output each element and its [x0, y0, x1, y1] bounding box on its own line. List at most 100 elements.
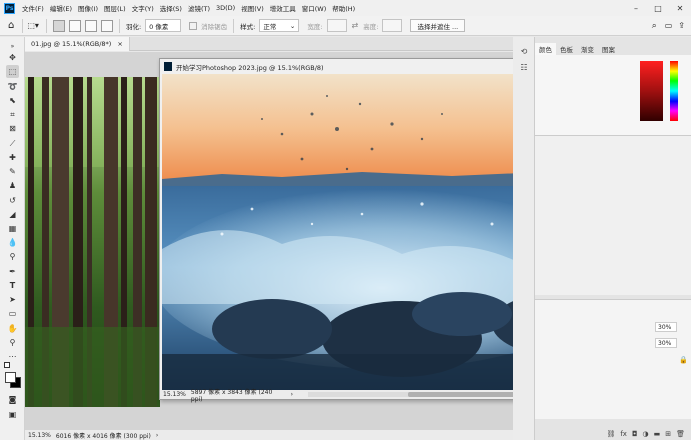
fx-icon[interactable]: fx [620, 430, 627, 438]
height-input[interactable] [382, 19, 403, 32]
menu-window[interactable]: 窗口(W) [299, 3, 330, 13]
forest-image [25, 77, 160, 407]
close-tab-icon[interactable]: × [117, 40, 122, 48]
history-brush-tool-icon[interactable]: ↺ [6, 194, 19, 207]
blur-tool-icon[interactable]: 💧 [6, 236, 19, 249]
width-input[interactable] [326, 19, 347, 32]
properties-panel-icon[interactable]: ☷ [518, 61, 530, 73]
eyedropper-tool-icon[interactable]: ⟋ [6, 137, 19, 150]
hue-slider[interactable] [670, 61, 678, 121]
scroll-thumb[interactable] [407, 392, 528, 397]
zoom-tool-icon[interactable]: ⚲ [6, 336, 19, 349]
select-and-mask-button[interactable]: 选择并遮住 ... [410, 19, 466, 32]
screen-mode-icon[interactable]: ▣ [6, 408, 19, 421]
pen-tool-icon[interactable]: ✒ [6, 265, 19, 278]
style-select[interactable]: 正常 ⌄ [259, 19, 300, 32]
menu-edit[interactable]: 编辑(E) [47, 3, 75, 13]
close-icon[interactable]: ✕ [669, 4, 691, 13]
color-field[interactable] [640, 61, 663, 121]
share-icon[interactable]: ⇪ [678, 21, 685, 30]
minimize-icon[interactable]: – [625, 4, 647, 13]
menu-view[interactable]: 视图(V) [238, 3, 267, 13]
mask-icon[interactable]: ◘ [632, 430, 638, 438]
document-tab[interactable]: 01.jpg @ 15.1%(RGB/8*) × [25, 37, 130, 51]
tab-color[interactable]: 颜色 [535, 43, 556, 55]
style-label: 样式: [240, 22, 256, 31]
menu-help[interactable]: 帮助(H) [329, 3, 358, 13]
folder-icon[interactable]: ▬ [654, 430, 661, 438]
link-icon[interactable]: ⛓ [606, 430, 615, 438]
search-icon[interactable]: ⌕ [652, 21, 657, 31]
default-colors-icon[interactable] [4, 362, 10, 368]
crop-tool-icon[interactable]: ⌗ [6, 108, 19, 121]
menu-plugins[interactable]: 增效工具 [267, 3, 299, 13]
home-icon[interactable]: ⌂ [8, 20, 14, 31]
move-tool-icon[interactable]: ✥ [6, 51, 19, 64]
intersect-selection-icon[interactable] [100, 19, 113, 32]
clone-stamp-tool-icon[interactable]: ♟ [6, 179, 19, 192]
tab-swatches[interactable]: 色板 [556, 43, 577, 55]
width-label: 宽度: [307, 22, 323, 31]
chevron-right-icon[interactable]: › [156, 432, 158, 439]
menu-3d[interactable]: 3D(D) [213, 4, 238, 12]
height-label: 高度: [363, 22, 379, 31]
marquee-preset-icon[interactable]: ⬚▾ [27, 21, 39, 30]
maximize-icon[interactable]: □ [647, 4, 669, 13]
window-zoom-level[interactable]: 15.13% [163, 391, 186, 398]
rectangular-marquee-tool-icon[interactable]: ⬚ [6, 65, 19, 78]
add-selection-icon[interactable] [68, 19, 81, 32]
brush-tool-icon[interactable]: ✎ [6, 165, 19, 178]
new-layer-icon[interactable]: ⊞ [665, 430, 671, 438]
options-bar: ⌂ ⬚▾ 羽化: 0 像素 消除锯齿 样式: 正常 ⌄ 宽度: ⇄ 高度: 选择并… [0, 16, 691, 36]
rectangle-tool-icon[interactable]: ▭ [6, 307, 19, 320]
dodge-tool-icon[interactable]: ⚲ [6, 250, 19, 263]
type-tool-icon[interactable]: T [6, 279, 19, 292]
document-icon [164, 62, 172, 71]
menu-select[interactable]: 选择(S) [157, 3, 185, 13]
separator [22, 18, 24, 33]
style-value: 正常 [263, 22, 277, 31]
window-doc-info[interactable]: 5897 像素 x 3843 像素 (240 ppi) [191, 387, 286, 403]
healing-brush-tool-icon[interactable]: ✚ [6, 151, 19, 164]
panel-icon-column: ⟲ ☷ [513, 37, 535, 440]
lasso-tool-icon[interactable]: ➰ [6, 80, 19, 93]
color-picker-area [535, 55, 691, 135]
eraser-tool-icon[interactable]: ◢ [6, 208, 19, 221]
frame-tool-icon[interactable]: ⊠ [6, 122, 19, 135]
tab-gradients[interactable]: 渐变 [577, 43, 598, 55]
menu-bar: Ps 文件(F) 编辑(E) 图像(I) 图层(L) 文字(Y) 选择(S) 滤… [0, 0, 691, 16]
photoshop-logo-icon: Ps [4, 2, 15, 14]
lock-icon[interactable]: 🔒 [679, 356, 688, 364]
fill-field[interactable]: 30% [655, 338, 677, 348]
foreground-color-swatch[interactable] [5, 372, 16, 383]
opacity-field[interactable]: 30% [655, 322, 677, 332]
quick-mask-icon[interactable]: ◙ [6, 393, 19, 406]
path-selection-tool-icon[interactable]: ➤ [6, 293, 19, 306]
menu-type[interactable]: 文字(Y) [129, 3, 157, 13]
antialias-checkbox[interactable] [189, 21, 198, 30]
object-selection-tool-icon[interactable]: ⬉ [6, 94, 19, 107]
history-panel-icon[interactable]: ⟲ [518, 45, 530, 57]
subtract-selection-icon[interactable] [84, 19, 97, 32]
separator [233, 18, 235, 33]
antialias-label: 消除锯齿 [201, 22, 228, 31]
swap-icon[interactable]: ⇄ [352, 21, 359, 30]
document-info[interactable]: 6016 像素 x 4016 像素 (300 ppi) [56, 431, 151, 440]
zoom-level[interactable]: 15.13% [28, 432, 51, 439]
document-tab-label: 01.jpg @ 15.1%(RGB/8*) [31, 40, 112, 48]
adjustment-icon[interactable]: ◑ [643, 430, 649, 438]
trash-icon[interactable]: 🗑 [676, 430, 685, 438]
new-selection-icon[interactable] [52, 19, 65, 32]
chevron-right-icon[interactable]: › [291, 391, 293, 398]
layers-panel: 30% 30% 🔒 [535, 299, 691, 419]
hand-tool-icon[interactable]: ✋ [6, 322, 19, 335]
menu-filter[interactable]: 滤镜(T) [185, 3, 213, 13]
workspace-icon[interactable]: ▭ [665, 21, 673, 30]
gradient-tool-icon[interactable]: ▦ [6, 222, 19, 235]
tab-patterns[interactable]: 图案 [598, 43, 619, 55]
menu-layer[interactable]: 图层(L) [101, 3, 129, 13]
menu-file[interactable]: 文件(F) [19, 3, 47, 13]
feather-input[interactable]: 0 像素 [145, 19, 182, 32]
menu-image[interactable]: 图像(I) [75, 3, 101, 13]
feather-label: 羽化: [125, 22, 142, 31]
